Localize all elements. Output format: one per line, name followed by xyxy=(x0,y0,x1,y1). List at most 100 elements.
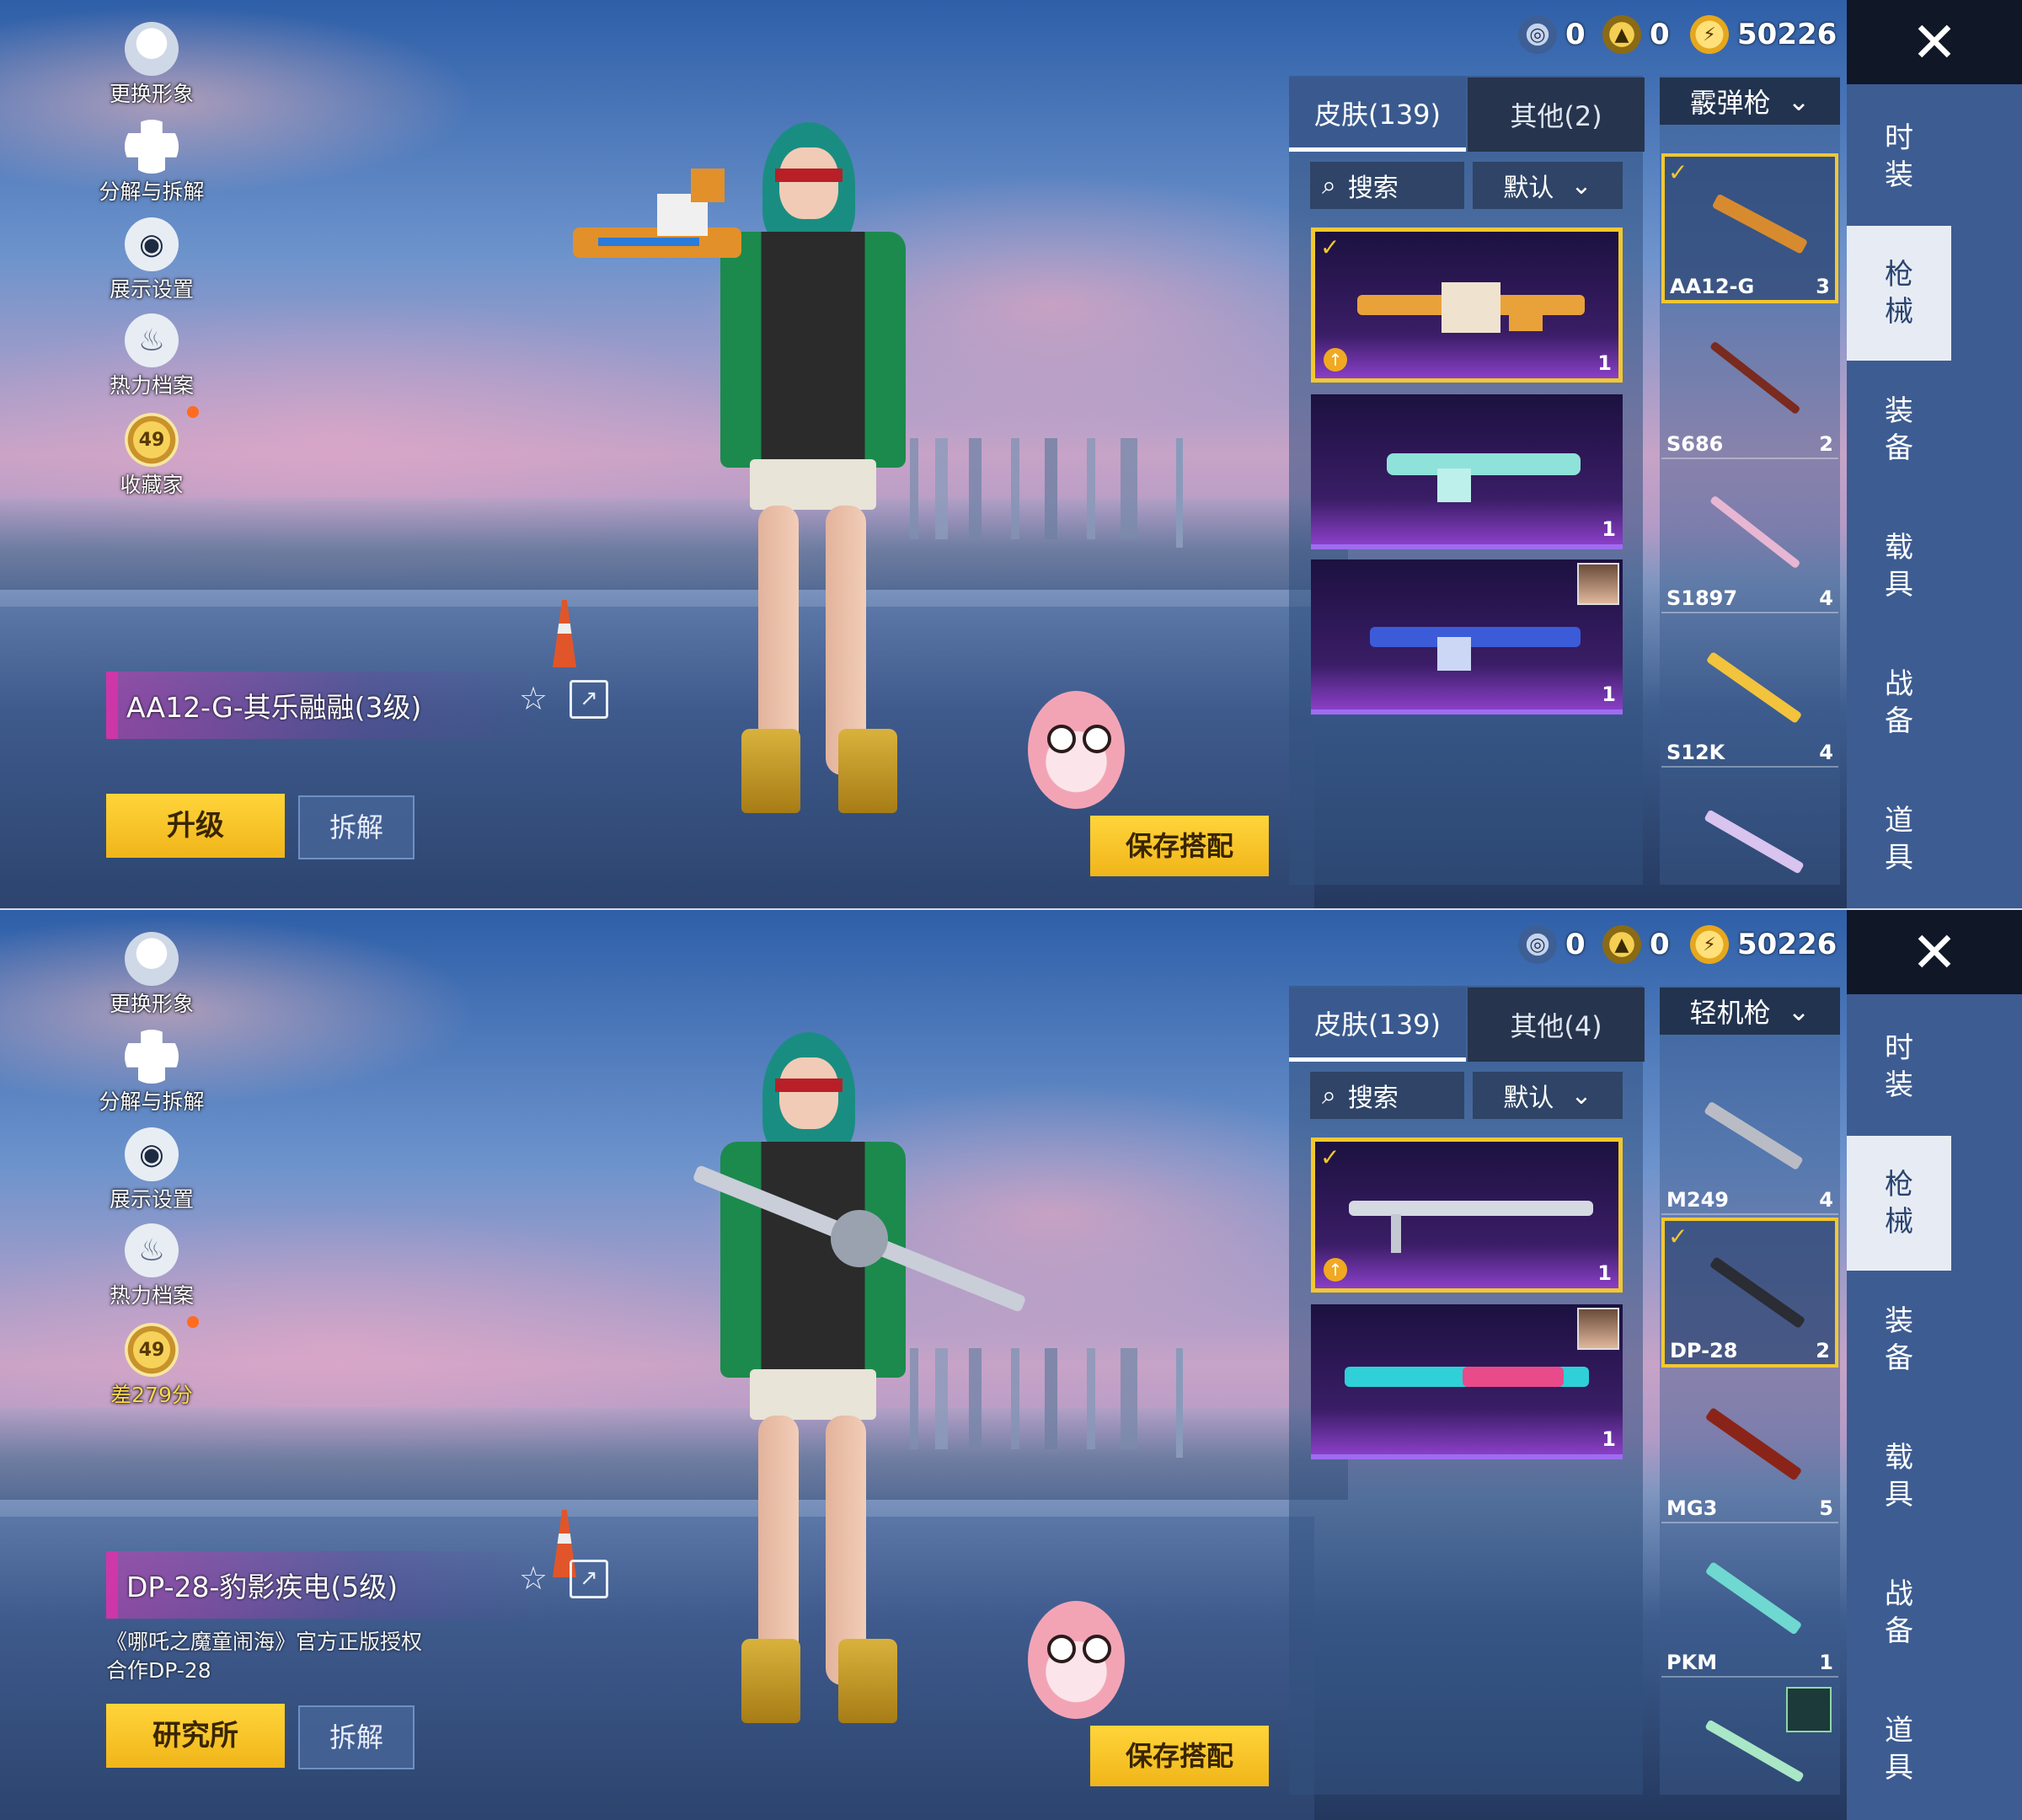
collector-button[interactable]: 49 差279分 xyxy=(84,1323,219,1409)
collector-badge-icon: 49 xyxy=(125,1323,179,1377)
notification-dot xyxy=(187,1316,199,1328)
collector-badge-icon: 49 xyxy=(125,413,179,467)
check-icon: ✓ xyxy=(1668,158,1688,186)
heat-profile-button[interactable]: ♨ 热力档案 xyxy=(84,313,219,399)
sort-dropdown[interactable]: 默认 ⌄ xyxy=(1473,162,1623,209)
dismantle-menu-button[interactable]: 分解与拆解 xyxy=(84,1030,219,1116)
weapon-item[interactable]: S12K 4 xyxy=(1661,616,1838,768)
item-name: DP-28-豹影疾电(5级) xyxy=(126,1571,399,1603)
dismantle-button[interactable]: 拆解 xyxy=(298,795,415,859)
pet-companion xyxy=(1024,1576,1129,1723)
fire-icon: ♨ xyxy=(125,313,179,367)
nav-items[interactable]: 道 具 xyxy=(1847,1682,1951,1817)
puzzle-icon xyxy=(125,120,179,174)
close-button[interactable]: ✕ xyxy=(1847,0,2022,84)
favorite-star-icon[interactable]: ☆ xyxy=(519,1560,548,1597)
blue-coin-icon: ◎ xyxy=(1518,15,1557,54)
shotgun-model xyxy=(573,169,741,258)
nav-equipment[interactable]: 装 备 xyxy=(1847,1272,1951,1407)
nav-firearms[interactable]: 枪 械 xyxy=(1847,226,1951,361)
puzzle-icon xyxy=(125,1030,179,1084)
license-text: 《哪吒之魔童闹海》官方正版授权合作DP-28 xyxy=(106,1630,423,1683)
weapon-item[interactable]: PKM 1 xyxy=(1661,1526,1838,1678)
upgrade-arrow-icon: ↑ xyxy=(1324,348,1347,372)
check-icon: ✓ xyxy=(1320,1143,1340,1171)
favorite-star-icon[interactable]: ☆ xyxy=(519,680,548,717)
nav-gear[interactable]: 战 备 xyxy=(1847,635,1951,770)
skin-card[interactable]: 1 xyxy=(1311,1304,1623,1459)
check-icon: ✓ xyxy=(1320,233,1340,261)
nav-gear[interactable]: 战 备 xyxy=(1847,1545,1951,1680)
category-dropdown[interactable]: 轻机枪 ⌄ xyxy=(1660,988,1840,1035)
dismantle-menu-button[interactable]: 分解与拆解 xyxy=(84,120,219,206)
save-outfit-button[interactable]: 保存搭配 xyxy=(1090,1726,1269,1786)
search-input[interactable]: ⌕ 搜索 xyxy=(1310,162,1464,209)
currency-bolt: ⚡ 50226 xyxy=(1690,15,1837,54)
person-icon xyxy=(125,932,179,986)
display-settings-button[interactable]: ◉ 展示设置 xyxy=(84,1127,219,1213)
gold-coin-icon: ▲ xyxy=(1602,15,1641,54)
gold-coin-icon: ▲ xyxy=(1602,925,1641,964)
nav-fashion[interactable]: 时 装 xyxy=(1847,999,1951,1134)
heat-profile-button[interactable]: ♨ 热力档案 xyxy=(84,1223,219,1309)
search-input[interactable]: ⌕ 搜索 xyxy=(1310,1072,1464,1119)
item-name: AA12-G-其乐融融(3级) xyxy=(126,691,422,724)
close-icon: ✕ xyxy=(1911,9,1958,75)
screen-b: 更换形象 分解与拆解 ◉ 展示设置 ♨ 热力档案 49 差279分 DP-28-… xyxy=(0,910,2022,1820)
weapon-item[interactable]: M249 4 xyxy=(1661,1063,1838,1215)
eye-icon: ◉ xyxy=(125,217,179,271)
close-button[interactable]: ✕ xyxy=(1847,910,2022,994)
share-icon[interactable]: ↗ xyxy=(570,1560,608,1598)
close-icon: ✕ xyxy=(1911,919,1958,985)
dismantle-button[interactable]: 拆解 xyxy=(298,1705,415,1769)
currency-gold: ▲ 0 xyxy=(1602,15,1670,54)
weapon-item[interactable]: S1897 4 xyxy=(1661,462,1838,613)
nav-vehicles[interactable]: 载 具 xyxy=(1847,499,1951,634)
change-avatar-button[interactable]: 更换形象 xyxy=(84,932,219,1018)
skin-card[interactable]: 1 xyxy=(1311,394,1623,549)
chevron-down-icon: ⌄ xyxy=(1787,995,1811,1027)
screen-a: 更换形象 分解与拆解 ◉ 展示设置 ♨ 热力档案 49 收藏家 AA12-G-其… xyxy=(0,0,2022,910)
machine-gun-model xyxy=(693,1165,1025,1312)
tab-skins[interactable]: 皮肤(139) xyxy=(1289,988,1466,1062)
chevron-down-icon: ⌄ xyxy=(1570,170,1592,201)
tab-other[interactable]: 其他(4) xyxy=(1468,988,1645,1062)
currency-bolt: ⚡ 50226 xyxy=(1690,925,1837,964)
weapon-item[interactable]: ✓ DP-28 2 xyxy=(1661,1218,1838,1368)
category-dropdown[interactable]: 霰弹枪 ⌄ xyxy=(1660,78,1840,125)
skin-card[interactable]: ✓ ↑ 1 xyxy=(1311,228,1623,383)
skin-card[interactable]: 1 xyxy=(1311,559,1623,715)
weapon-item[interactable] xyxy=(1661,1680,1838,1782)
share-icon[interactable]: ↗ xyxy=(570,680,608,719)
nav-items[interactable]: 道 具 xyxy=(1847,772,1951,907)
weapon-item[interactable]: ✓ AA12-G 3 xyxy=(1661,153,1838,303)
person-icon xyxy=(125,22,179,76)
currency-blue: ◎ 0 xyxy=(1518,925,1586,964)
weapon-item[interactable]: S686 2 xyxy=(1661,308,1838,459)
research-button[interactable]: 研究所 xyxy=(106,1704,285,1768)
nav-fashion[interactable]: 时 装 xyxy=(1847,89,1951,224)
weapon-item[interactable]: MG3 5 xyxy=(1661,1372,1838,1523)
nav-firearms[interactable]: 枪 械 xyxy=(1847,1136,1951,1271)
tab-other[interactable]: 其他(2) xyxy=(1468,78,1645,152)
change-avatar-button[interactable]: 更换形象 xyxy=(84,22,219,108)
character-model xyxy=(657,1032,960,1723)
notification-dot xyxy=(187,406,199,418)
weapon-item[interactable] xyxy=(1661,770,1838,874)
collector-button[interactable]: 49 收藏家 xyxy=(84,413,219,499)
sort-dropdown[interactable]: 默认 ⌄ xyxy=(1473,1072,1623,1119)
skin-card[interactable]: ✓ ↑ 1 xyxy=(1311,1138,1623,1293)
tab-skins[interactable]: 皮肤(139) xyxy=(1289,78,1466,152)
currency-gold: ▲ 0 xyxy=(1602,925,1670,964)
blue-coin-icon: ◎ xyxy=(1518,925,1557,964)
item-title-bar: AA12-G-其乐融融(3级) ☆ ↗ xyxy=(106,672,608,739)
chevron-down-icon: ⌄ xyxy=(1570,1080,1592,1111)
nav-equipment[interactable]: 装 备 xyxy=(1847,362,1951,497)
check-icon: ✓ xyxy=(1668,1223,1688,1250)
eye-icon: ◉ xyxy=(125,1127,179,1181)
tower xyxy=(1176,438,1183,548)
upgrade-button[interactable]: 升级 xyxy=(106,794,285,858)
save-outfit-button[interactable]: 保存搭配 xyxy=(1090,816,1269,876)
display-settings-button[interactable]: ◉ 展示设置 xyxy=(84,217,219,303)
nav-vehicles[interactable]: 载 具 xyxy=(1847,1409,1951,1544)
